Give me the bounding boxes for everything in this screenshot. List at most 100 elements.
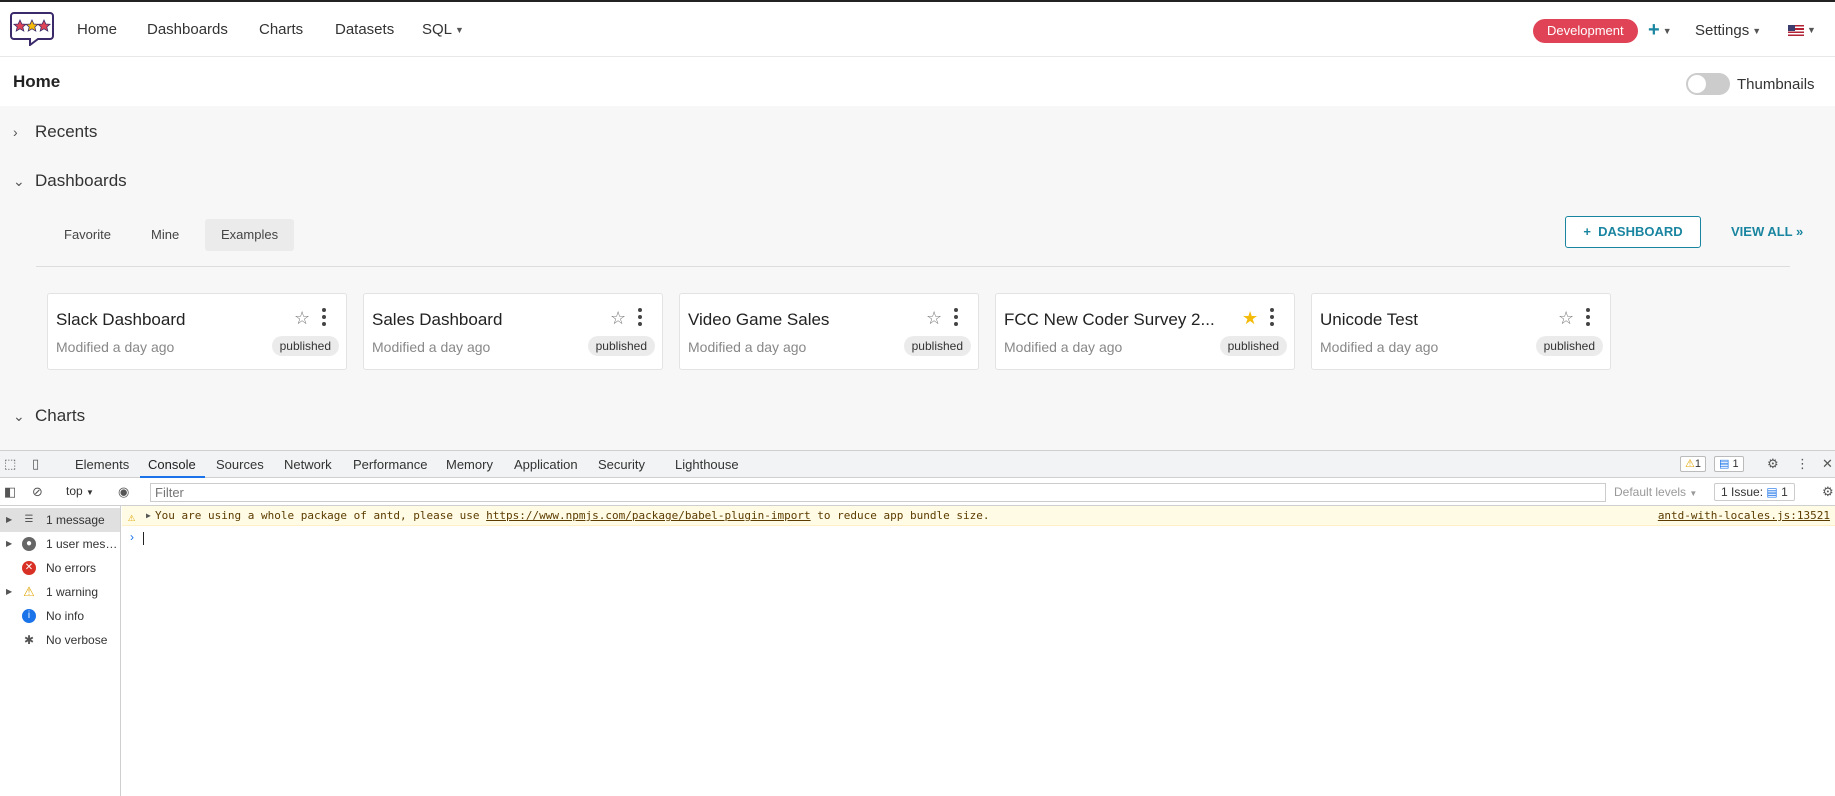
warning-icon: ⚠ bbox=[23, 584, 35, 599]
view-all-link[interactable]: VIEW ALL » bbox=[1731, 224, 1803, 239]
sidebar-item-messages[interactable]: ▶ ☰ 1 message bbox=[0, 508, 120, 532]
nav-sql-menu[interactable]: SQL ▼ bbox=[422, 21, 464, 38]
eye-icon[interactable]: ◉ bbox=[118, 485, 132, 499]
source-link[interactable]: antd-with-locales.js:13521 bbox=[1658, 506, 1830, 526]
status-badge: published bbox=[1535, 336, 1603, 356]
card-title[interactable]: FCC New Coder Survey 2... bbox=[1004, 310, 1226, 330]
warning-icon: ⚠ bbox=[1685, 458, 1695, 470]
environment-badge: Development bbox=[1533, 19, 1638, 43]
add-new-menu[interactable]: + ▼ bbox=[1648, 19, 1672, 42]
device-toggle-icon[interactable]: ▯ bbox=[32, 457, 46, 471]
section-recents[interactable]: › Recents bbox=[13, 122, 97, 142]
sidebar-item-verbose[interactable]: ✱ No verbose bbox=[0, 628, 120, 652]
message-counter[interactable]: ▤ 1 bbox=[1714, 456, 1744, 472]
star-outline-icon[interactable]: ☆ bbox=[294, 308, 310, 329]
more-vertical-icon[interactable] bbox=[320, 307, 328, 327]
thumbnails-label: Thumbnails bbox=[1737, 76, 1815, 93]
devtools-tab-elements[interactable]: Elements bbox=[75, 457, 129, 472]
nav-home[interactable]: Home bbox=[77, 21, 117, 38]
warning-prefix: You are using a whole package of antd, p… bbox=[155, 509, 487, 522]
console-filter-input[interactable] bbox=[150, 483, 1606, 502]
gear-icon[interactable]: ⚙ bbox=[1767, 457, 1781, 471]
sidebar-toggle-icon[interactable]: ◧ bbox=[4, 485, 18, 499]
divider bbox=[36, 266, 1790, 267]
section-charts[interactable]: ⌄ Charts bbox=[13, 406, 85, 426]
settings-menu[interactable]: Settings ▼ bbox=[1695, 22, 1761, 39]
list-icon: ☰ bbox=[24, 514, 34, 525]
issues-label: 1 Issue: bbox=[1721, 485, 1764, 499]
sidebar-item-label: 1 message bbox=[46, 513, 105, 527]
dashboard-card[interactable]: Sales Dashboard ☆ Modified a day ago pub… bbox=[363, 293, 663, 370]
card-title[interactable]: Slack Dashboard bbox=[56, 310, 278, 330]
more-vertical-icon[interactable] bbox=[952, 307, 960, 327]
warning-suffix: to reduce app bundle size. bbox=[810, 509, 990, 522]
active-tab-indicator bbox=[140, 476, 205, 478]
section-dashboards[interactable]: ⌄ Dashboards bbox=[13, 171, 127, 191]
dashboard-card[interactable]: Video Game Sales ☆ Modified a day ago pu… bbox=[679, 293, 979, 370]
thumbnails-toggle[interactable] bbox=[1686, 73, 1730, 95]
console-warning-row[interactable]: ⚠ ▶ You are using a whole package of ant… bbox=[122, 506, 1835, 526]
devtools-tab-sources[interactable]: Sources bbox=[216, 457, 264, 472]
star-outline-icon[interactable]: ☆ bbox=[926, 308, 942, 329]
card-title[interactable]: Unicode Test bbox=[1320, 310, 1542, 330]
sidebar-item-info[interactable]: i No info bbox=[0, 604, 120, 628]
more-vertical-icon[interactable] bbox=[636, 307, 644, 327]
devtools-tab-application[interactable]: Application bbox=[514, 457, 578, 472]
plus-icon: + bbox=[1583, 224, 1591, 239]
sidebar-item-user-messages[interactable]: ▶ ● 1 user mes… bbox=[0, 532, 120, 556]
section-charts-label: Charts bbox=[35, 406, 86, 425]
more-vertical-icon[interactable]: ⋮ bbox=[1796, 457, 1810, 471]
inspect-element-icon[interactable]: ⬚ bbox=[4, 457, 18, 471]
tab-favorite[interactable]: Favorite bbox=[48, 219, 127, 251]
caret-down-icon: ▼ bbox=[86, 488, 94, 497]
devtools-tab-lighthouse[interactable]: Lighthouse bbox=[675, 457, 739, 472]
devtools-tab-network[interactable]: Network bbox=[284, 457, 332, 472]
nav-charts[interactable]: Charts bbox=[259, 21, 303, 38]
more-vertical-icon[interactable] bbox=[1268, 307, 1276, 327]
warning-link[interactable]: https://www.npmjs.com/package/babel-plug… bbox=[486, 509, 811, 522]
card-title[interactable]: Video Game Sales bbox=[688, 310, 910, 330]
star-filled-icon[interactable]: ★ bbox=[1242, 308, 1258, 329]
clear-console-icon[interactable]: ⊘ bbox=[32, 485, 46, 499]
gear-icon[interactable]: ⚙ bbox=[1822, 485, 1835, 499]
devtools-tab-console[interactable]: Console bbox=[148, 457, 196, 472]
chevron-right-icon: › bbox=[13, 124, 18, 140]
star-outline-icon[interactable]: ☆ bbox=[610, 308, 626, 329]
context-selector[interactable]: top ▼ bbox=[66, 484, 94, 498]
tab-mine[interactable]: Mine bbox=[135, 219, 195, 251]
add-dashboard-button[interactable]: + DASHBOARD bbox=[1565, 216, 1701, 248]
log-levels-dropdown[interactable]: Default levels ▼ bbox=[1614, 485, 1697, 499]
sidebar-item-warnings[interactable]: ▶ ⚠ 1 warning bbox=[0, 580, 120, 604]
expand-arrow-icon[interactable]: ▶ bbox=[146, 506, 151, 526]
main-content bbox=[0, 106, 1835, 450]
caret-down-icon: ▼ bbox=[1662, 25, 1672, 36]
dashboard-card[interactable]: Unicode Test ☆ Modified a day ago publis… bbox=[1311, 293, 1611, 370]
issues-button[interactable]: 1 Issue: ▤ 1 bbox=[1714, 483, 1795, 501]
more-vertical-icon[interactable] bbox=[1584, 307, 1592, 327]
app-logo[interactable] bbox=[10, 10, 54, 46]
caret-down-icon: ▼ bbox=[1752, 26, 1762, 37]
close-icon[interactable]: ✕ bbox=[1822, 457, 1835, 471]
dashboard-card[interactable]: Slack Dashboard ☆ Modified a day ago pub… bbox=[47, 293, 347, 370]
chevron-down-icon: ⌄ bbox=[13, 173, 25, 189]
add-dashboard-label: DASHBOARD bbox=[1598, 224, 1683, 239]
plus-icon: + bbox=[1648, 19, 1660, 41]
card-title[interactable]: Sales Dashboard bbox=[372, 310, 594, 330]
star-outline-icon[interactable]: ☆ bbox=[1558, 308, 1574, 329]
context-label: top bbox=[66, 484, 83, 498]
devtools-tab-security[interactable]: Security bbox=[598, 457, 645, 472]
devtools-tab-performance[interactable]: Performance bbox=[353, 457, 427, 472]
nav-datasets[interactable]: Datasets bbox=[335, 21, 394, 38]
message-icon: ▤ bbox=[1766, 485, 1778, 499]
devtools-tabbar: ⬚ ▯ Elements Console Sources Network Per… bbox=[0, 451, 1835, 478]
devtools-tab-memory[interactable]: Memory bbox=[446, 457, 493, 472]
dashboard-card[interactable]: FCC New Coder Survey 2... ★ Modified a d… bbox=[995, 293, 1295, 370]
us-flag-icon[interactable] bbox=[1788, 25, 1804, 36]
nav-dashboards[interactable]: Dashboards bbox=[147, 21, 228, 38]
sidebar-item-errors[interactable]: ✕ No errors bbox=[0, 556, 120, 580]
warning-counter[interactable]: ⚠1 bbox=[1680, 456, 1706, 472]
caret-down-icon[interactable]: ▼ bbox=[1807, 25, 1816, 35]
console-input-caret[interactable] bbox=[143, 532, 144, 545]
error-icon: ✕ bbox=[22, 561, 36, 575]
tab-examples[interactable]: Examples bbox=[205, 219, 295, 251]
